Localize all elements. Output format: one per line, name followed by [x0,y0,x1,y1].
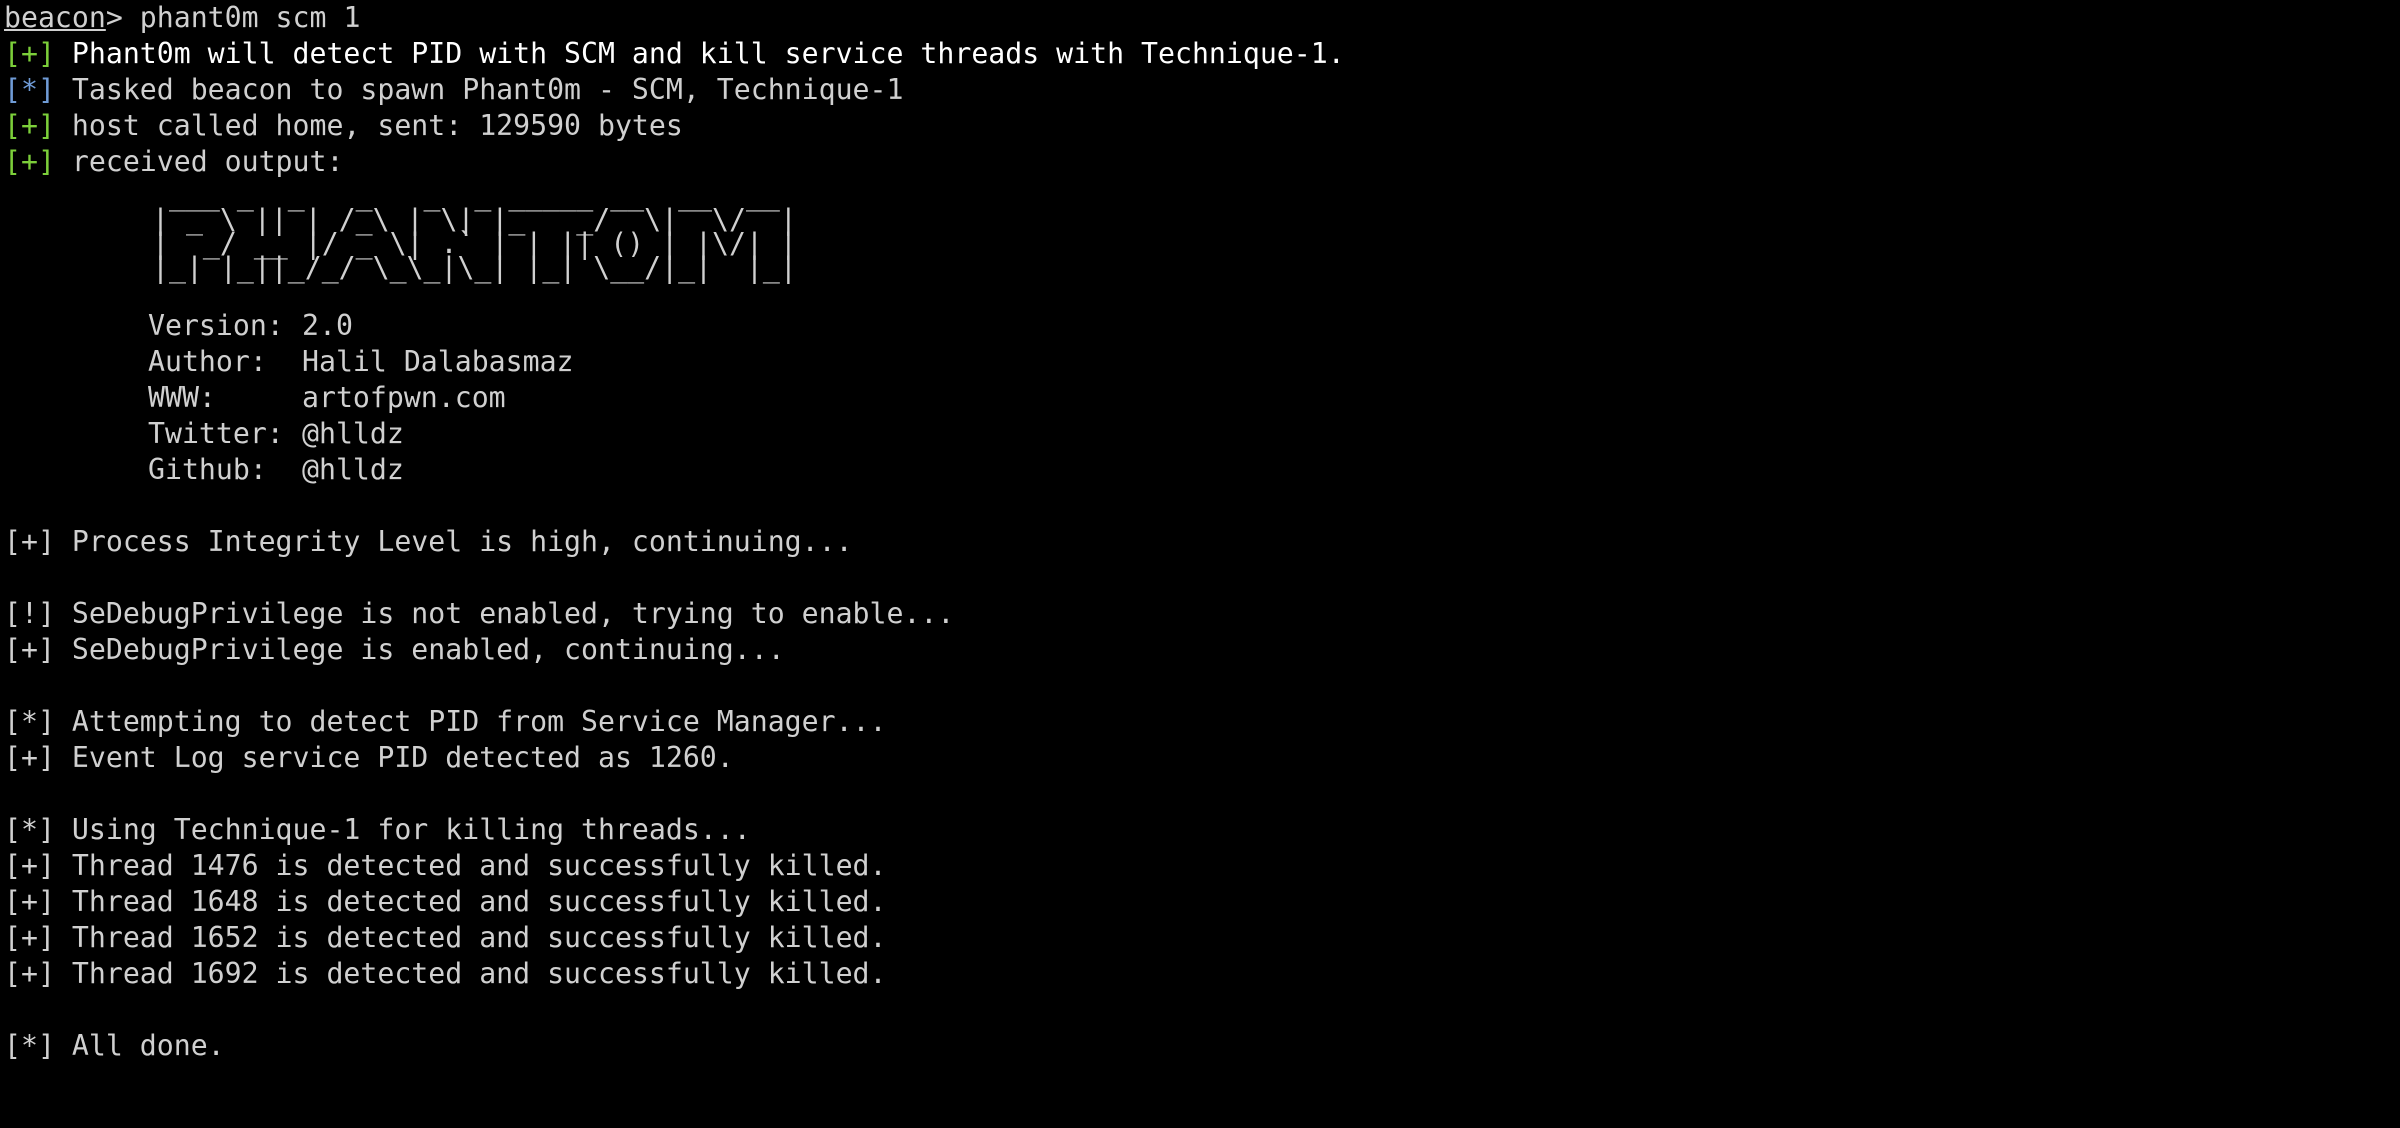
status-tag: [+] [4,525,55,558]
info-key: Version: [148,309,284,342]
thread-kill-line: [+] Thread 1648 is detected and successf… [4,884,2400,920]
info-value: @hlldz [302,453,404,486]
thread-kill-line: [+] Thread 1476 is detected and successf… [4,848,2400,884]
output-text: Thread 1652 is detected and successfully… [71,921,887,954]
output-text: Thread 1476 is detected and successfully… [71,849,887,882]
output-text: Process Integrity Level is high, continu… [71,525,853,558]
status-tag: [*] [4,813,55,846]
info-value: @hlldz [302,417,404,450]
info-key: WWW: [148,381,216,414]
output-text: Event Log service PID detected as 1260. [71,741,734,774]
output-line: [+] SeDebugPrivilege is enabled, continu… [4,632,2400,668]
beacon-message: [*] Tasked beacon to spawn Phant0m - SCM… [4,72,2400,108]
beacon-message-text: Phant0m will detect PID with SCM and kil… [71,37,1345,70]
beacon-message: [+] received output: [4,144,2400,180]
output-line: [*] Using Technique-1 for killing thread… [4,812,2400,848]
output-line: [!] SeDebugPrivilege is not enabled, try… [4,596,2400,632]
info-key: Twitter: [148,417,284,450]
status-tag: [+] [4,37,55,70]
info-value: artofpwn.com [302,381,506,414]
output-text: Using Technique-1 for killing threads... [71,813,751,846]
output-line: [*] Attempting to detect PID from Servic… [4,704,2400,740]
status-tag: [+] [4,885,55,918]
output-line: [*] All done. [4,1028,2400,1064]
beacon-message-text: host called home, sent: 129590 bytes [71,109,683,142]
info-key: Github: [148,453,267,486]
status-tag: [*] [4,705,55,738]
info-row-twitter: Twitter: @hlldz [4,416,2400,452]
thread-kill-line: [+] Thread 1652 is detected and successf… [4,920,2400,956]
prompt-name: beacon [4,1,106,34]
output-text: All done. [71,1029,225,1062]
info-value: 2.0 [302,309,353,342]
output-text: SeDebugPrivilege is not enabled, trying … [71,597,955,630]
output-line: [+] Event Log service PID detected as 12… [4,740,2400,776]
status-tag: [+] [4,633,55,666]
output-text: SeDebugPrivilege is enabled, continuing.… [71,633,785,666]
status-tag: [+] [4,849,55,882]
status-tag: [!] [4,597,55,630]
info-value: Halil Dalabasmaz [302,345,574,378]
beacon-message-text: Tasked beacon to spawn Phant0m - SCM, Te… [71,73,904,106]
status-tag: [+] [4,921,55,954]
status-tag: [+] [4,109,55,142]
beacon-message: [+] host called home, sent: 129590 bytes [4,108,2400,144]
info-row-github: Github: @hlldz [4,452,2400,488]
status-tag: [*] [4,73,55,106]
beacon-message: [+] Phant0m will detect PID with SCM and… [4,36,2400,72]
terminal-window[interactable]: beacon> phant0m scm 1 [+] Phant0m will d… [0,0,2400,1128]
status-tag: [+] [4,741,55,774]
status-tag: [*] [4,1029,55,1062]
status-tag: [+] [4,957,55,990]
thread-kill-line: [+] Thread 1692 is detected and successf… [4,956,2400,992]
info-row-version: Version: 2.0 [4,308,2400,344]
prompt-symbol: > [105,1,123,34]
command-prompt-line: beacon> phant0m scm 1 [4,0,2400,36]
output-text: Thread 1692 is detected and successfully… [71,957,887,990]
info-row-author: Author: Halil Dalabasmaz [4,344,2400,380]
phantom-ascii-banner: ___ _ _ _ _ _ _____ __ __ __ | _ \ || | … [152,179,797,284]
output-line: [+] Process Integrity Level is high, con… [4,524,2400,560]
output-text: Attempting to detect PID from Service Ma… [71,705,887,738]
info-key: Author: [148,345,267,378]
prompt-command: phant0m scm 1 [139,1,361,34]
beacon-message-text: received output: [71,145,344,178]
output-text: Thread 1648 is detected and successfully… [71,885,887,918]
info-row-www: WWW: artofpwn.com [4,380,2400,416]
status-tag: [+] [4,145,55,178]
